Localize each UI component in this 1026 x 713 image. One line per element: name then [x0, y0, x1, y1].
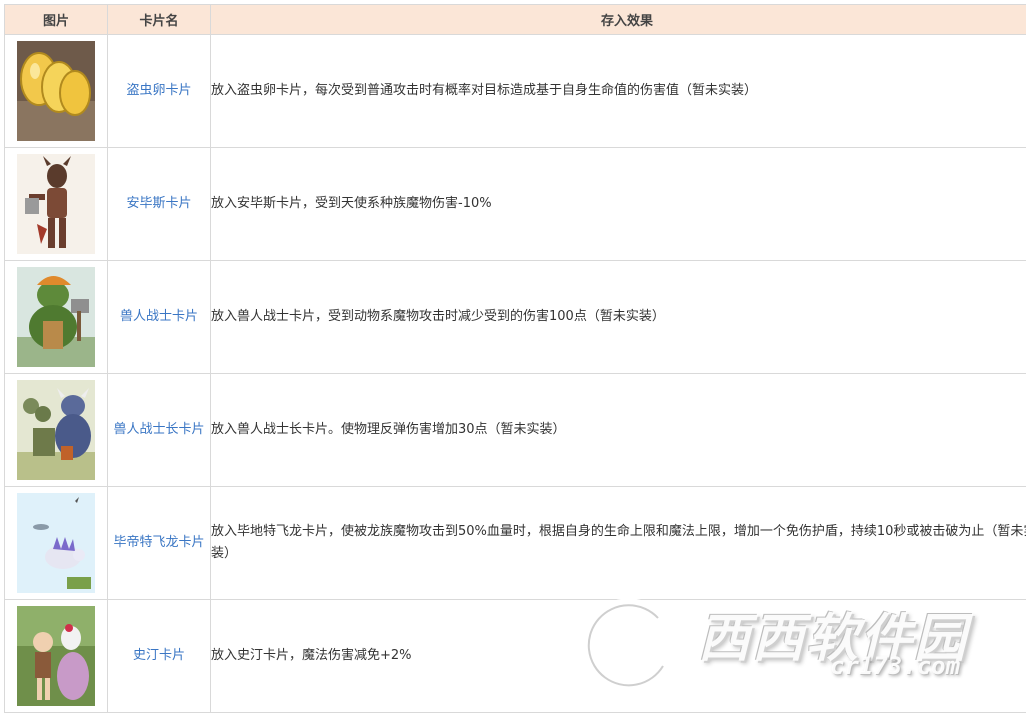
thief-bug-egg-card-art[interactable] — [17, 41, 95, 141]
card-name-cell: 盗虫卵卡片 — [108, 35, 211, 148]
card-name-link[interactable]: 盗虫卵卡片 — [126, 83, 191, 98]
table-row: 安毕斯卡片 放入安毕斯卡片，受到天使系种族魔物伤害-10% — [5, 148, 1026, 261]
effect-cell: 放入兽人战士卡片，受到动物系魔物攻击时减少受到的伤害100点（暂未实装） — [211, 261, 1026, 374]
card-name-cell: 兽人战士卡片 — [108, 261, 211, 374]
effect-cell: 放入盗虫卵卡片，每次受到普通攻击时有概率对目标造成基于自身生命值的伤害值（暂未实… — [211, 35, 1026, 148]
card-name-cell: 史汀卡片 — [108, 600, 211, 713]
image-cell — [5, 35, 108, 148]
card-name-link[interactable]: 毕帝特飞龙卡片 — [113, 535, 204, 550]
image-cell — [5, 261, 108, 374]
card-name-cell: 毕帝特飞龙卡片 — [108, 487, 211, 600]
effect-cell: 放入兽人战士长卡片。使物理反弹伤害增加30点（暂未实装） — [211, 374, 1026, 487]
card-name-link[interactable]: 兽人战士卡片 — [120, 309, 198, 324]
table-row: 兽人战士卡片 放入兽人战士卡片，受到动物系魔物攻击时减少受到的伤害100点（暂未… — [5, 261, 1026, 374]
image-cell — [5, 600, 108, 713]
card-name-cell: 兽人战士长卡片 — [108, 374, 211, 487]
anubis-card-art[interactable] — [17, 154, 95, 254]
card-name-cell: 安毕斯卡片 — [108, 148, 211, 261]
table-row: 史汀卡片 放入史汀卡片，魔法伤害减免+2% — [5, 600, 1026, 713]
orc-warrior-card-art[interactable] — [17, 267, 95, 367]
header-image: 图片 — [5, 5, 108, 35]
header-effect: 存入效果 — [211, 5, 1026, 35]
card-name-link[interactable]: 安毕斯卡片 — [126, 196, 191, 211]
effect-cell: 放入史汀卡片，魔法伤害减免+2% — [211, 600, 1026, 713]
table-row: 毕帝特飞龙卡片 放入毕地特飞龙卡片，使被龙族魔物攻击到50%血量时，根据自身的生… — [5, 487, 1026, 600]
table-row: 兽人战士长卡片 放入兽人战士长卡片。使物理反弹伤害增加30点（暂未实装） — [5, 374, 1026, 487]
image-cell — [5, 148, 108, 261]
table-row: 盗虫卵卡片 放入盗虫卵卡片，每次受到普通攻击时有概率对目标造成基于自身生命值的伤… — [5, 35, 1026, 148]
effect-cell: 放入安毕斯卡片，受到天使系种族魔物伤害-10% — [211, 148, 1026, 261]
table-header-row: 图片 卡片名 存入效果 — [5, 5, 1026, 35]
petite-dragon-card-art[interactable] — [17, 493, 95, 593]
image-cell — [5, 487, 108, 600]
effect-cell: 放入毕地特飞龙卡片，使被龙族魔物攻击到50%血量时，根据自身的生命上限和魔法上限… — [211, 487, 1026, 600]
orc-lord-card-art[interactable] — [17, 380, 95, 480]
card-table: 图片 卡片名 存入效果 盗虫卵卡片 — [4, 4, 1026, 713]
card-name-link[interactable]: 史汀卡片 — [133, 648, 185, 663]
image-cell — [5, 374, 108, 487]
card-name-link[interactable]: 兽人战士长卡片 — [113, 422, 204, 437]
header-card-name: 卡片名 — [108, 5, 211, 35]
stem-worm-card-art[interactable] — [17, 606, 95, 706]
